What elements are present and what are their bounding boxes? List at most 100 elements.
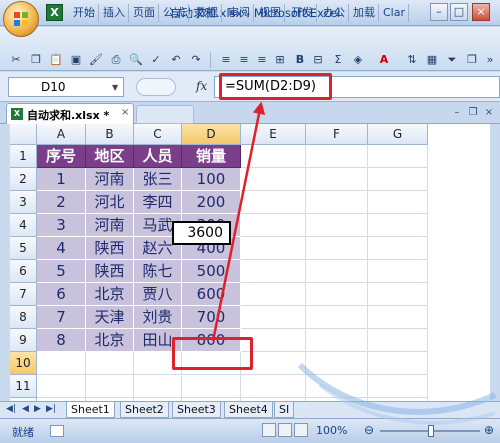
table-cell[interactable] — [241, 306, 306, 329]
minimize-button[interactable]: – — [430, 3, 448, 21]
more-icon[interactable]: » — [482, 52, 498, 68]
table-cell[interactable] — [241, 237, 306, 260]
table-cell[interactable] — [368, 191, 428, 214]
table-cell[interactable] — [86, 352, 134, 375]
ribbon-tab[interactable]: 审阅 — [225, 4, 254, 22]
table-cell[interactable]: 1 — [37, 168, 86, 191]
table-cell[interactable] — [306, 329, 368, 352]
column-header[interactable]: F — [306, 124, 368, 145]
table-cell[interactable]: 李四 — [134, 191, 182, 214]
table-cell[interactable]: 河南 — [86, 214, 134, 237]
ribbon-tab[interactable]: 开始 — [70, 4, 99, 22]
selected-cell-d10[interactable]: 3600 — [172, 221, 231, 245]
row-header[interactable]: 3 — [10, 191, 37, 214]
table-cell[interactable]: 人员 — [134, 145, 182, 168]
new-tab-button[interactable] — [136, 105, 194, 124]
close-button[interactable]: × — [472, 3, 490, 21]
cut-icon[interactable]: ✂ — [8, 52, 24, 68]
table-cell[interactable] — [306, 306, 368, 329]
table-cell[interactable] — [37, 375, 86, 398]
chevron-down-icon[interactable]: ▼ — [112, 83, 118, 92]
table-cell[interactable]: 200 — [182, 191, 241, 214]
table-cell[interactable] — [241, 283, 306, 306]
table-cell[interactable] — [241, 214, 306, 237]
paste-icon[interactable]: 📋 — [48, 52, 64, 68]
table-cell[interactable] — [306, 260, 368, 283]
table-cell[interactable]: 北京 — [86, 329, 134, 352]
table-cell[interactable]: 陈七 — [134, 260, 182, 283]
ribbon-tab[interactable]: 开发 — [288, 4, 317, 22]
table-cell[interactable]: 刘贵 — [134, 306, 182, 329]
table-cell[interactable]: 4 — [37, 237, 86, 260]
sheet-tab[interactable]: Sheet1 — [66, 402, 115, 418]
save-icon[interactable]: ▣ — [68, 52, 84, 68]
table-cell[interactable] — [368, 237, 428, 260]
close-icon[interactable]: × — [121, 107, 129, 118]
page-break-view-icon[interactable] — [294, 423, 308, 437]
row-header[interactable]: 11 — [10, 375, 37, 398]
table-cell[interactable] — [306, 352, 368, 375]
restore-icon[interactable]: ❐ — [466, 106, 480, 120]
table-cell[interactable] — [368, 375, 428, 398]
table-cell[interactable] — [368, 283, 428, 306]
table-cell[interactable]: 7 — [37, 306, 86, 329]
table-cell[interactable]: 序号 — [37, 145, 86, 168]
office-button[interactable] — [3, 1, 39, 37]
table-cell[interactable] — [368, 352, 428, 375]
table-cell[interactable] — [37, 352, 86, 375]
cell-style-icon[interactable]: ▦ — [424, 52, 440, 68]
row-header[interactable]: 8 — [10, 306, 37, 329]
ribbon-tab[interactable]: 页面 — [130, 4, 159, 22]
filter-icon[interactable]: ⏷ — [444, 52, 460, 68]
excel-app-icon[interactable]: X — [46, 4, 63, 21]
insert-function-button[interactable]: fx — [196, 79, 207, 93]
copy-icon[interactable]: ❐ — [28, 52, 44, 68]
autosum-icon[interactable]: Σ — [330, 52, 346, 68]
document-tab[interactable]: X 自动求和.xlsx * × — [6, 103, 134, 124]
ribbon-tab[interactable]: 数据 — [193, 4, 222, 22]
table-cell[interactable] — [368, 145, 428, 168]
table-cell[interactable] — [241, 260, 306, 283]
table-cell[interactable] — [241, 375, 306, 398]
prev-sheet-icon[interactable]: ◀ — [22, 404, 29, 414]
page-layout-view-icon[interactable] — [278, 423, 292, 437]
table-cell[interactable] — [306, 214, 368, 237]
ribbon-tab[interactable]: 加载 — [350, 4, 379, 22]
table-cell[interactable] — [241, 145, 306, 168]
window-icon[interactable]: ❐ — [464, 52, 480, 68]
last-sheet-icon[interactable]: ▶| — [46, 404, 56, 414]
align-center-icon[interactable]: ≡ — [236, 52, 252, 68]
ribbon-tab[interactable]: 办公 — [320, 4, 349, 22]
table-cell[interactable] — [306, 145, 368, 168]
zoom-in-icon[interactable]: ⊕ — [484, 423, 494, 437]
next-sheet-icon[interactable]: ▶ — [34, 404, 41, 414]
column-header[interactable]: D — [182, 124, 241, 145]
column-header[interactable]: E — [241, 124, 306, 145]
table-cell[interactable] — [368, 260, 428, 283]
table-cell[interactable]: 天津 — [86, 306, 134, 329]
ribbon-tab[interactable]: 视图 — [256, 4, 285, 22]
table-cell[interactable] — [306, 191, 368, 214]
table-cell[interactable]: 500 — [182, 260, 241, 283]
table-cell[interactable]: 2 — [37, 191, 86, 214]
table-cell[interactable] — [241, 191, 306, 214]
macro-record-icon[interactable] — [50, 425, 64, 437]
close-icon[interactable]: × — [482, 106, 496, 120]
table-cell[interactable]: 700 — [182, 306, 241, 329]
table-cell[interactable] — [241, 168, 306, 191]
table-cell[interactable]: 北京 — [86, 283, 134, 306]
table-cell[interactable] — [134, 375, 182, 398]
table-cell[interactable] — [368, 214, 428, 237]
bold-icon[interactable]: B — [292, 52, 308, 68]
sheet-tab[interactable]: Sheet3 — [172, 402, 221, 418]
table-cell[interactable] — [86, 375, 134, 398]
table-cell[interactable]: 河南 — [86, 168, 134, 191]
formula-bar-expander[interactable] — [136, 78, 176, 96]
table-cell[interactable]: 贾八 — [134, 283, 182, 306]
table-cell[interactable]: 地区 — [86, 145, 134, 168]
ribbon-tab[interactable]: 公式 — [160, 4, 189, 22]
table-cell[interactable]: 6 — [37, 283, 86, 306]
table-cell[interactable]: 陕西 — [86, 260, 134, 283]
ribbon-tab[interactable]: Clar — [380, 4, 409, 22]
merge-center-icon[interactable]: ⊞ — [272, 52, 288, 68]
